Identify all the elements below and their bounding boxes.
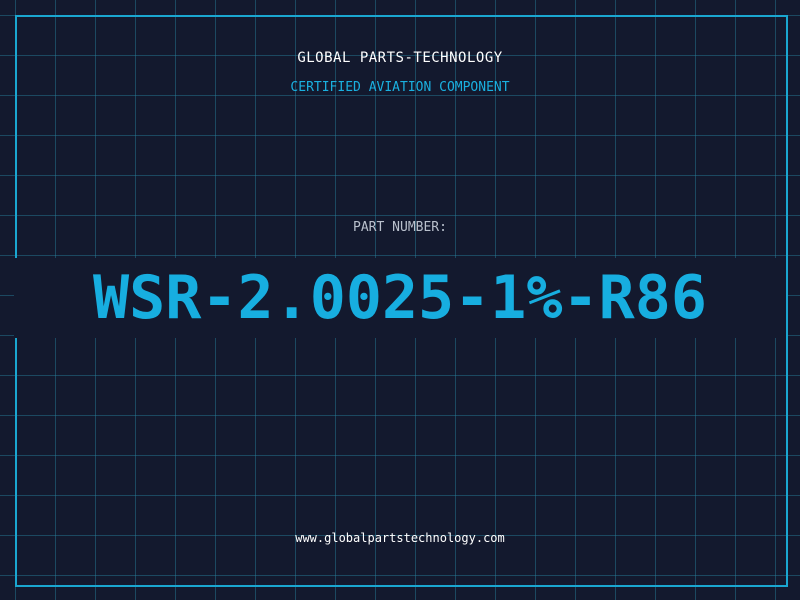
part-number-value: WSR-2.0025-1%-R86 <box>92 263 708 333</box>
part-number-label: PART NUMBER: <box>353 220 447 235</box>
company-name: GLOBAL PARTS-TECHNOLOGY <box>297 50 503 66</box>
certification-subtitle: CERTIFIED AVIATION COMPONENT <box>290 80 510 95</box>
website-link[interactable]: www.globalpartstechnology.com <box>0 529 800 547</box>
